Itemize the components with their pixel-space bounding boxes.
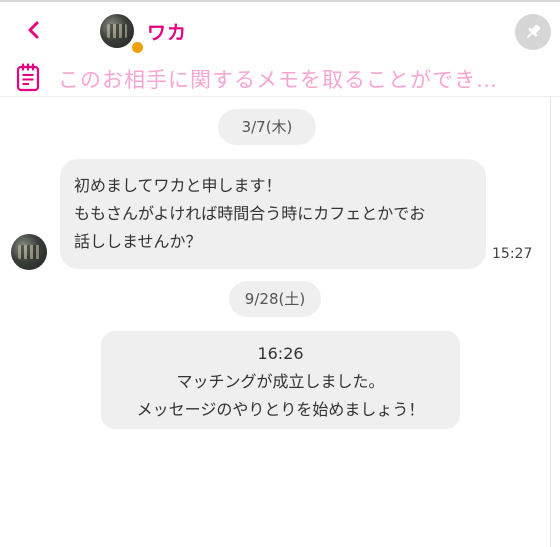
chevron-left-icon — [28, 21, 39, 39]
memo-bar[interactable]: このお相手に関するメモを取ることができ… — [0, 60, 560, 97]
system-time: 16:26 — [257, 344, 304, 363]
partner-name[interactable]: ワカ — [147, 18, 187, 45]
chat-area: 3/7(木) 初めましてワカと申します！ ももさんがよければ時間合う時にカフェと… — [0, 97, 560, 547]
message-line: 話ししませんか？ — [74, 232, 202, 251]
partner-avatar[interactable] — [100, 14, 134, 48]
pin-button[interactable] — [515, 14, 551, 50]
system-line: メッセージのやりとりを始めましょう！ — [136, 400, 425, 419]
pin-icon — [526, 24, 541, 39]
message-line: 初めましてワカと申します！ — [74, 176, 282, 195]
back-button[interactable] — [20, 16, 48, 44]
memo-placeholder: このお相手に関するメモを取ることができ… — [58, 68, 498, 92]
chat-header: ワカ — [0, 2, 560, 60]
memo-icon — [16, 63, 40, 92]
scrollbar-track — [550, 97, 551, 547]
system-message: 16:26 マッチングが成立しました。 メッセージのやりとりを始めましょう！ — [101, 331, 460, 429]
message-line: ももさんがよければ時間合う時にカフェとかでお — [74, 204, 426, 223]
date-separator: 3/7(木) — [218, 109, 316, 145]
system-line: マッチングが成立しました。 — [176, 372, 385, 391]
message-time: 15:27 — [492, 246, 533, 262]
sender-avatar[interactable] — [11, 234, 47, 270]
online-status-dot — [131, 41, 144, 54]
date-separator: 9/28(土) — [229, 281, 321, 317]
message-bubble[interactable]: 初めましてワカと申します！ ももさんがよければ時間合う時にカフェとかでお 話しし… — [60, 159, 486, 269]
